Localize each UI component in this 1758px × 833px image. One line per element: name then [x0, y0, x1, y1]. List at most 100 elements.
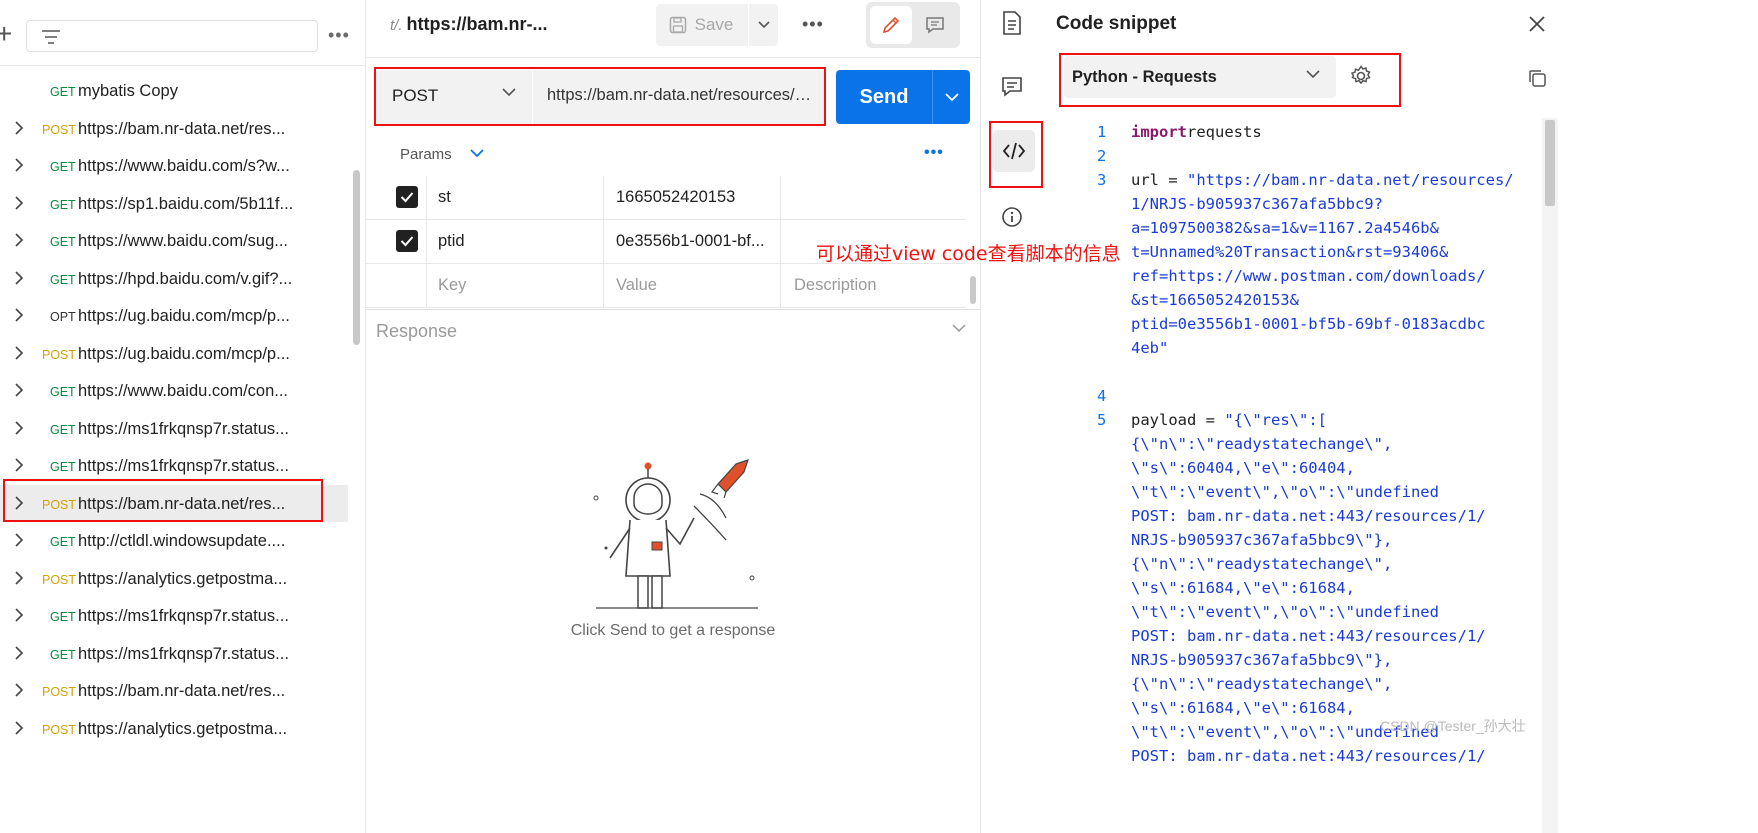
chevron-right-icon[interactable]	[14, 645, 24, 660]
comment-mode-button[interactable]	[914, 6, 956, 44]
chevron-down-icon[interactable]	[470, 149, 484, 158]
code-text: importrequests	[1131, 123, 1262, 141]
param-value[interactable]: 0e3556b1-0001-bf...	[616, 232, 765, 251]
url-input[interactable]: https://bam.nr-data.net/resources/1/NRJS…	[533, 70, 825, 124]
request-type-icon: t/.	[390, 17, 403, 34]
method-select[interactable]: POST	[376, 70, 532, 124]
history-item[interactable]: GET https://www.baidu.com/sug...	[0, 222, 348, 260]
add-icon[interactable]: +	[0, 20, 12, 48]
history-item[interactable]: GET https://ms1frkqnsp7r.status...	[0, 597, 348, 635]
code-scrollbar[interactable]	[1542, 118, 1558, 833]
gear-icon[interactable]	[1350, 65, 1372, 87]
param-value[interactable]: 1665052420153	[616, 188, 735, 207]
code-token: requests	[1187, 123, 1262, 141]
history-item[interactable]: POST https://bam.nr-data.net/res...	[0, 672, 348, 710]
code-token: {\"n\":\"readystatechange\",	[1131, 435, 1393, 453]
history-item[interactable]: GET mybatis Copy	[0, 72, 348, 110]
filter-input[interactable]	[26, 20, 318, 52]
param-checkbox[interactable]	[396, 230, 418, 252]
copy-icon[interactable]	[1527, 68, 1547, 88]
edit-mode-button[interactable]	[870, 6, 912, 44]
chevron-right-icon[interactable]	[14, 495, 24, 510]
history-item-name: https://ug.baidu.com/mcp/p...	[78, 307, 290, 325]
method-badge: POST	[42, 572, 77, 587]
params-scrollbar[interactable]	[970, 276, 976, 304]
request-panel: t/. https://bam.nr-... Save ••• POST htt…	[366, 0, 980, 833]
method-value: POST	[392, 86, 439, 105]
save-icon	[669, 16, 686, 34]
chevron-right-icon[interactable]	[14, 345, 24, 360]
param-description-input[interactable]: Description	[794, 276, 877, 295]
method-badge: POST	[42, 497, 77, 512]
param-checkbox[interactable]	[396, 186, 418, 208]
param-key-input[interactable]: Key	[438, 276, 466, 295]
code-token: &st=1665052420153&	[1131, 291, 1299, 309]
scroll-thumb[interactable]	[1545, 120, 1555, 206]
chevron-down-icon	[944, 92, 959, 101]
save-label: Save	[694, 15, 734, 34]
chevron-right-icon[interactable]	[14, 195, 24, 210]
documentation-icon[interactable]	[999, 10, 1025, 36]
chevron-right-icon[interactable]	[14, 458, 24, 472]
save-dropdown-button[interactable]	[748, 4, 778, 46]
params-more-icon[interactable]: •••	[924, 144, 944, 162]
history-item[interactable]: GET https://ms1frkqnsp7r.status...	[0, 410, 348, 448]
chevron-right-icon[interactable]	[14, 120, 24, 135]
param-key[interactable]: ptid	[438, 232, 465, 251]
request-more-icon[interactable]: •••	[802, 14, 824, 35]
code-text: POST: bam.nr-data.net:443/resources/1/	[1131, 747, 1486, 765]
method-badge: POST	[42, 685, 77, 699]
history-item[interactable]: POST https://bam.nr-data.net/res...	[0, 484, 348, 522]
chevron-right-icon[interactable]	[14, 533, 24, 547]
history-item[interactable]: POST https://analytics.getpostma...	[0, 710, 348, 748]
code-line: 4	[1071, 384, 1541, 408]
history-item[interactable]: GET https://www.baidu.com/s?w...	[0, 147, 348, 185]
code-line: \"s\":61684,\"e\":61684,	[1071, 576, 1541, 600]
language-select[interactable]: Python - Requests	[1064, 56, 1336, 98]
sidebar-more-icon[interactable]: •••	[328, 26, 350, 44]
chevron-right-icon[interactable]	[14, 608, 24, 622]
history-item[interactable]: GET https://www.baidu.com/con...	[0, 372, 348, 410]
info-icon[interactable]	[999, 204, 1025, 230]
chevron-right-icon[interactable]	[14, 233, 24, 247]
comments-icon[interactable]	[999, 74, 1025, 100]
history-item[interactable]: GET https://ms1frkqnsp7r.status...	[0, 635, 348, 673]
tab-params[interactable]: Params	[400, 146, 452, 163]
code-line: 3 url = "https://bam.nr-data.net/resource…	[1071, 168, 1541, 192]
send-button[interactable]: Send	[836, 70, 932, 124]
response-header[interactable]: Response	[366, 309, 980, 349]
chevron-right-icon[interactable]	[14, 308, 24, 322]
history-item[interactable]: POST https://analytics.getpostma...	[0, 560, 348, 598]
chevron-right-icon[interactable]	[14, 720, 24, 735]
history-item[interactable]: POST https://bam.nr-data.net/res...	[0, 110, 348, 148]
chevron-right-icon[interactable]	[14, 158, 24, 172]
history-item[interactable]: GET http://ctldl.windowsupdate....	[0, 522, 348, 560]
chevron-right-icon[interactable]	[14, 683, 24, 697]
send-dropdown-button[interactable]	[932, 70, 970, 124]
save-button[interactable]: Save	[656, 4, 746, 46]
history-item[interactable]: GET https://sp1.baidu.com/5b11f...	[0, 185, 348, 223]
method-badge: GET	[50, 85, 76, 99]
param-value-input[interactable]: Value	[616, 276, 657, 295]
sidebar-scrollbar[interactable]	[353, 170, 360, 345]
chevron-right-icon[interactable]	[14, 383, 24, 397]
method-badge: POST	[42, 122, 77, 137]
code-text: ref=https://www.postman.com/downloads/	[1131, 267, 1486, 285]
history-item[interactable]: GET https://ms1frkqnsp7r.status...	[0, 447, 348, 485]
history-item[interactable]: POST https://ug.baidu.com/mcp/p...	[0, 335, 348, 373]
history-item[interactable]: GET https://hpd.baidu.com/v.gif?...	[0, 260, 348, 298]
code-token: \"t\":\"event\",\"o\":\"undefined	[1131, 483, 1439, 501]
code-snippet-button[interactable]	[993, 130, 1035, 172]
history-item[interactable]: OPT https://ug.baidu.com/mcp/p...	[0, 297, 348, 335]
param-row: st 1665052420153	[366, 176, 966, 220]
code-line: ptid=0e3556b1-0001-bf5b-69bf-0183acdbc	[1071, 312, 1541, 336]
param-key[interactable]: st	[438, 188, 451, 207]
chevron-right-icon[interactable]	[14, 570, 24, 585]
request-tab-title[interactable]: t/. https://bam.nr-...	[390, 14, 548, 35]
line-number: 4	[1097, 387, 1107, 405]
code-text: payload = "{\"res\":[	[1131, 411, 1327, 429]
chevron-right-icon[interactable]	[14, 270, 24, 285]
comment-icon	[926, 17, 944, 34]
chevron-right-icon[interactable]	[14, 420, 24, 435]
close-icon[interactable]	[1526, 13, 1548, 35]
